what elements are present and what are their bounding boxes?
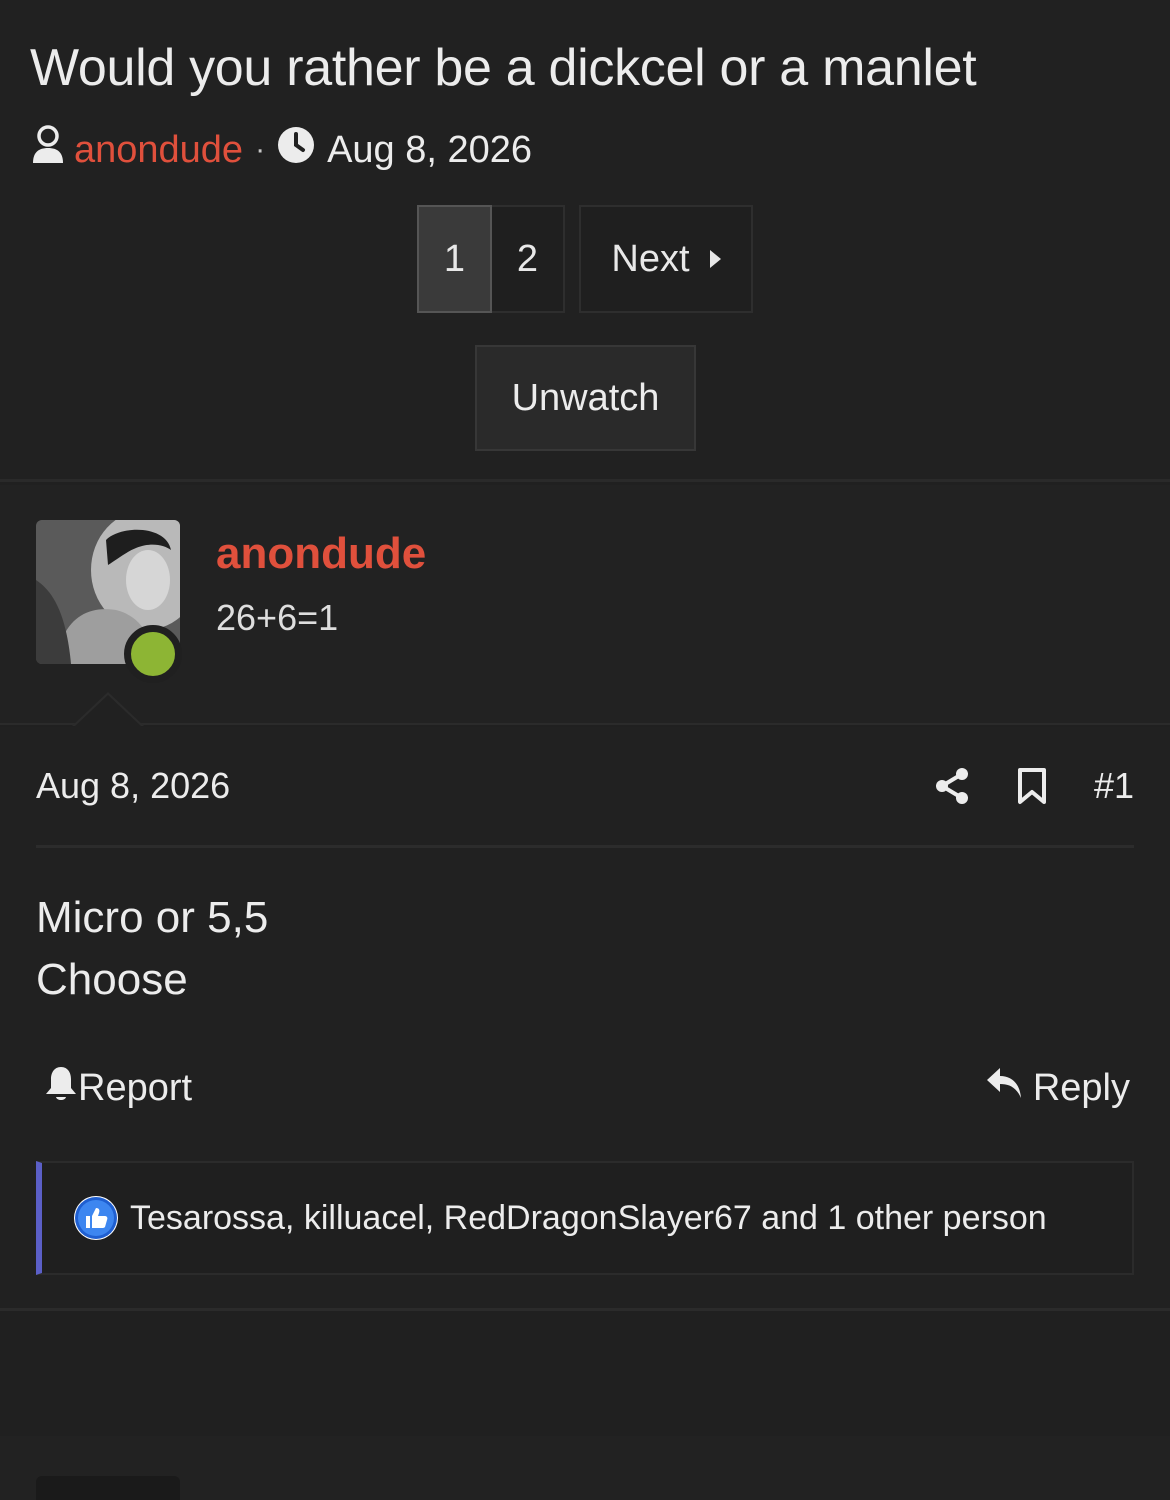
meta-separator: · — [255, 133, 266, 166]
clock-icon — [277, 126, 315, 174]
user-title: 26+6=1 — [216, 597, 339, 638]
bookmark-icon[interactable] — [1012, 766, 1052, 806]
next-post-avatar[interactable] — [36, 1476, 180, 1500]
post-user-block: anondude 26+6=1 — [0, 485, 1170, 725]
unwatch-button[interactable]: Unwatch — [475, 345, 696, 451]
thread-author-link[interactable]: anondude — [74, 129, 243, 172]
reply-arrow-icon — [985, 1065, 1023, 1111]
thread-date[interactable]: Aug 8, 2026 — [327, 129, 532, 172]
next-page-button[interactable]: Next — [579, 205, 753, 313]
post-date[interactable]: Aug 8, 2026 — [36, 765, 230, 807]
share-icon[interactable] — [932, 766, 972, 806]
post-username[interactable]: anondude — [216, 529, 426, 579]
post-body-line: Micro or 5,5 — [36, 893, 269, 942]
caret-right-icon — [709, 250, 721, 268]
reply-label: Reply — [1032, 1066, 1130, 1109]
user-icon — [30, 125, 66, 175]
reactions-bar[interactable]: Tesarossa, killuacel, RedDragonSlayer67 … — [36, 1161, 1134, 1275]
online-status-indicator — [124, 625, 182, 683]
thread-header: Would you rather be a dickcel or a manle… — [0, 0, 1170, 482]
page-2-button[interactable]: 2 — [492, 205, 565, 313]
post-number-link[interactable]: #1 — [1094, 765, 1134, 807]
user-block-caret-inner — [74, 695, 142, 727]
post-divider — [36, 845, 1134, 848]
next-post-preview — [0, 1436, 1170, 1500]
thread-title: Would you rather be a dickcel or a manle… — [30, 39, 977, 97]
reply-button[interactable]: Reply — [985, 1063, 1130, 1113]
post-body: Micro or 5,5 Choose — [36, 887, 268, 1011]
post-body-line: Choose — [36, 955, 188, 1004]
thread-meta: anondude · Aug 8, 2026 — [30, 124, 532, 176]
report-button[interactable]: Report — [44, 1063, 192, 1113]
report-label: Report — [78, 1066, 193, 1109]
post-message: Aug 8, 2026 #1 Micro or 5,5 Choose Repor… — [0, 727, 1170, 1311]
next-page-label: Next — [611, 237, 690, 280]
like-icon — [74, 1196, 118, 1240]
page-1-button[interactable]: 1 — [417, 205, 492, 313]
reactions-text[interactable]: Tesarossa, killuacel, RedDragonSlayer67 … — [130, 1199, 1047, 1238]
pagination: 1 2 Next — [417, 205, 753, 313]
bell-icon — [44, 1064, 78, 1112]
post-actions: #1 — [892, 761, 1134, 811]
